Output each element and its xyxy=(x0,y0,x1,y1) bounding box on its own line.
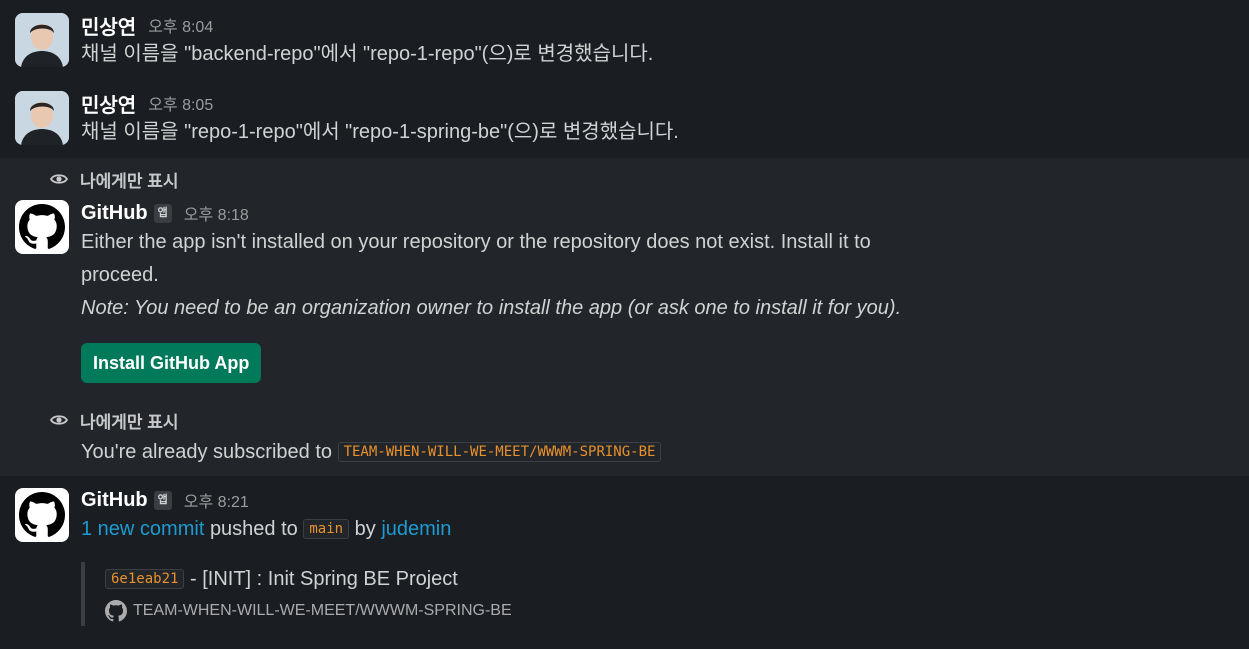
author-name[interactable]: 민상연 xyxy=(81,89,136,118)
github-avatar[interactable] xyxy=(15,200,69,254)
only-visible-to-you: 나에게만 표시 xyxy=(50,408,179,432)
install-note: Note: You need to be an organization own… xyxy=(81,297,902,319)
commit-message: - [INIT] : Init Spring BE Project xyxy=(190,568,458,590)
author-name[interactable]: GitHub xyxy=(81,202,148,225)
github-logo-icon xyxy=(19,204,65,249)
message-rename-2: 민상연 오후 8:05 채널 이름을 "repo-1-repo"에서 "repo… xyxy=(0,80,1249,158)
only-visible-label: 나에게만 표시 xyxy=(80,412,179,432)
author-name[interactable]: 민상연 xyxy=(81,11,136,40)
timestamp[interactable]: 오후 8:18 xyxy=(184,201,249,225)
only-visible-label: 나에게만 표시 xyxy=(80,171,179,191)
ephemeral-install-message: 나에게만 표시 GitHub 앱 오후 8:18 Either the app … xyxy=(0,158,1249,398)
github-avatar[interactable] xyxy=(15,488,69,542)
message-rename-1: 민상연 오후 8:04 채널 이름을 "backend-repo"에서 "rep… xyxy=(0,0,1249,80)
timestamp[interactable]: 오후 8:04 xyxy=(148,13,213,37)
timestamp[interactable]: 오후 8:21 xyxy=(184,488,249,512)
pushed-to-text: pushed to xyxy=(209,518,298,540)
install-github-app-button[interactable]: Install GitHub App xyxy=(81,343,262,383)
github-logo-icon xyxy=(19,492,65,537)
timestamp[interactable]: 오후 8:05 xyxy=(148,91,213,115)
app-badge: 앱 xyxy=(153,490,172,510)
commit-link[interactable]: 1 new commit xyxy=(81,518,204,540)
app-badge: 앱 xyxy=(153,203,172,223)
message-text: 채널 이름을 "repo-1-repo"에서 "repo-1-spring-be… xyxy=(81,121,679,143)
eye-icon xyxy=(50,174,68,184)
author-name[interactable]: GitHub xyxy=(81,489,148,512)
repo-footer-name[interactable]: TEAM-WHEN-WILL-WE-MEET/WWWM-SPRING-BE xyxy=(133,602,512,620)
user-avatar[interactable] xyxy=(15,91,69,145)
repo-footer: TEAM-WHEN-WILL-WE-MEET/WWWM-SPRING-BE xyxy=(105,596,681,626)
github-commit-message: GitHub 앱 오후 8:21 1 new commit pushed to … xyxy=(0,476,1249,649)
message-text-line: Either the app isn't installed on your r… xyxy=(81,231,871,253)
repo-code: TEAM-WHEN-WILL-WE-MEET/WWWM-SPRING-BE xyxy=(337,442,662,462)
user-avatar[interactable] xyxy=(15,13,69,67)
eye-icon xyxy=(50,415,68,425)
user-link[interactable]: judemin xyxy=(381,518,451,540)
message-feed: 민상연 오후 8:04 채널 이름을 "backend-repo"에서 "rep… xyxy=(0,0,1249,649)
only-visible-to-you: 나에게만 표시 xyxy=(50,167,179,191)
by-text: by xyxy=(354,518,376,540)
branch-code: main xyxy=(303,519,350,539)
github-small-icon xyxy=(105,600,127,622)
commit-sha[interactable]: 6e1eab21 xyxy=(105,569,185,589)
message-text-line: proceed. xyxy=(81,264,159,286)
message-text: 채널 이름을 "backend-repo"에서 "repo-1-repo"(으)… xyxy=(81,43,654,65)
subscribed-text: You're already subscribed to xyxy=(81,441,333,463)
commit-attachment: 6e1eab21 - [INIT] : Init Spring BE Proje… xyxy=(81,562,681,626)
ephemeral-subscribed-message: 나에게만 표시 You're already subscribed to TEA… xyxy=(0,398,1249,476)
